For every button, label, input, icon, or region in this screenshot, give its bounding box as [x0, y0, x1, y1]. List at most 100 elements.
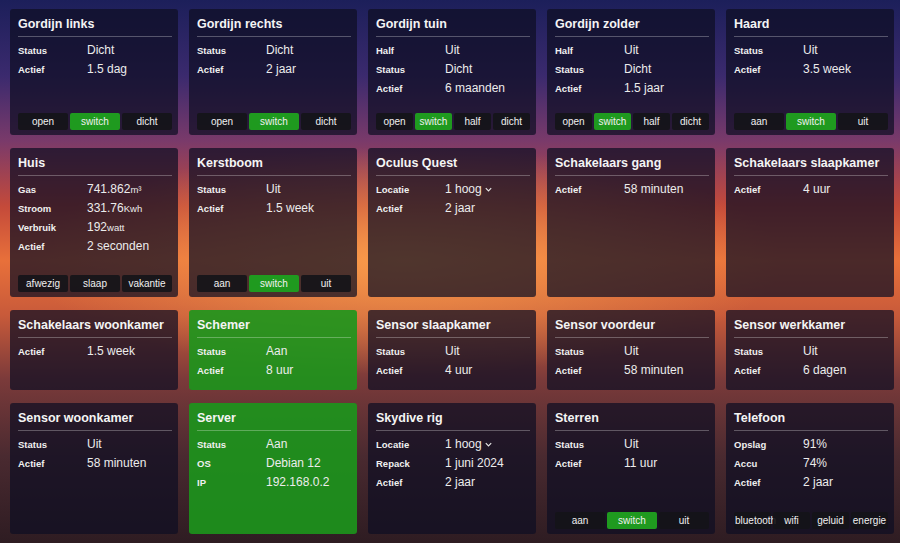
- row-label: Actief: [555, 184, 624, 195]
- action-button[interactable]: vakantie: [122, 275, 172, 292]
- row-label: Verbruik: [18, 222, 87, 233]
- row-value: 11 uur: [624, 456, 657, 470]
- location-dropdown[interactable]: 1 hoog: [445, 437, 493, 451]
- button-bar: openswitchhalfdicht: [376, 113, 530, 130]
- action-button[interactable]: aan: [555, 512, 605, 529]
- device-card: Sensor voordeur Status UitActief 58 minu…: [547, 310, 715, 390]
- row-label: Status: [197, 45, 266, 56]
- card-row: Status Dicht: [197, 43, 351, 58]
- row-label: Actief: [18, 458, 87, 469]
- row-label: Actief: [734, 64, 803, 75]
- row-value: 58 minuten: [624, 363, 683, 377]
- row-value: 2 seconden: [87, 239, 149, 253]
- action-button[interactable]: dicht: [672, 113, 709, 130]
- action-button[interactable]: energie: [851, 512, 888, 529]
- button-bar: openswitchhalfdicht: [555, 113, 709, 130]
- row-value: 6 maanden: [445, 81, 505, 95]
- action-button[interactable]: open: [18, 113, 68, 130]
- card-rows: Locatie 1 hoog Repack 1 juni 2024Actief …: [376, 437, 530, 490]
- action-button[interactable]: dicht: [301, 113, 351, 130]
- button-bar: aanswitchuit: [197, 275, 351, 292]
- action-button[interactable]: switch: [70, 113, 120, 130]
- action-button[interactable]: aan: [734, 113, 784, 130]
- action-button[interactable]: slaap: [70, 275, 120, 292]
- card-row: Opslag 91%: [734, 437, 888, 452]
- action-button[interactable]: wifi: [773, 512, 810, 529]
- action-button[interactable]: half: [454, 113, 491, 130]
- device-card: Gordijn rechts Status Dicht Actief 2 jaar…: [189, 9, 357, 135]
- card-row: Actief 58 minuten: [555, 363, 709, 378]
- card-title: Gordijn tuin: [376, 17, 530, 37]
- card-row: Locatie 1 hoog: [376, 182, 530, 197]
- card-rows: Actief 1.5 week: [18, 344, 172, 359]
- action-button[interactable]: switch: [594, 113, 631, 130]
- card-row: Actief 58 minuten: [555, 182, 709, 197]
- action-button[interactable]: uit: [301, 275, 351, 292]
- action-button[interactable]: dicht: [122, 113, 172, 130]
- row-value: Uit: [803, 344, 818, 358]
- action-button[interactable]: bluetooth: [734, 512, 771, 529]
- card-row: Actief 2 jaar: [376, 475, 530, 490]
- card-rows: Status UitActief 58 minuten: [555, 344, 709, 378]
- card-title: Schemer: [197, 318, 351, 338]
- row-label: Actief: [734, 365, 803, 376]
- row-label: Stroom: [18, 203, 87, 214]
- action-button[interactable]: uit: [838, 113, 888, 130]
- action-button[interactable]: open: [376, 113, 413, 130]
- location-dropdown[interactable]: 1 hoog: [445, 182, 493, 196]
- action-button[interactable]: switch: [607, 512, 657, 529]
- device-card: Gordijn tuin Half UitStatus DichtActief …: [368, 9, 536, 135]
- action-button[interactable]: switch: [249, 113, 299, 130]
- card-rows: Status UitActief 1.5 week: [197, 182, 351, 216]
- row-value: Dicht: [445, 62, 472, 76]
- action-button[interactable]: switch: [415, 113, 452, 130]
- card-rows: Actief 4 uur: [734, 182, 888, 197]
- device-card: Haard Status UitActief 3.5 week aanswitc…: [726, 9, 894, 135]
- button-bar: openswitchdicht: [197, 113, 351, 130]
- device-card: Sterren Status UitActief 11 uur aanswitc…: [547, 403, 715, 534]
- card-title: Gordijn rechts: [197, 17, 351, 37]
- action-button[interactable]: geluid: [812, 512, 849, 529]
- row-label: Actief: [197, 365, 266, 376]
- row-label: Status: [734, 45, 803, 56]
- card-title: Server: [197, 411, 351, 431]
- row-value: 2 jaar: [445, 475, 475, 489]
- row-unit: m³: [130, 184, 141, 195]
- dropdown-value: 1 hoog: [445, 182, 482, 196]
- row-label: Actief: [555, 365, 624, 376]
- row-value: 1.5 week: [87, 344, 135, 358]
- card-row: Status Dicht: [376, 62, 530, 77]
- row-value: Uit: [624, 43, 639, 57]
- device-card: Gordijn zolder Half UitStatus DichtActie…: [547, 9, 715, 135]
- action-button[interactable]: aan: [197, 275, 247, 292]
- card-row: Actief 1.5 jaar: [555, 81, 709, 96]
- card-grid: Gordijn links Status DichtActief 1.5 dag…: [10, 9, 895, 534]
- action-button[interactable]: open: [555, 113, 592, 130]
- row-label: Status: [197, 439, 266, 450]
- card-rows: Actief 58 minuten: [555, 182, 709, 197]
- action-button[interactable]: uit: [659, 512, 709, 529]
- row-label: IP: [197, 477, 266, 488]
- card-rows: Status UitActief 58 minuten: [18, 437, 172, 471]
- device-card: Sensor slaapkamer Status UitActief 4 uur: [368, 310, 536, 390]
- chevron-down-icon: [484, 440, 493, 449]
- card-row: Actief 11 uur: [555, 456, 709, 471]
- row-value: 192.168.0.2: [266, 475, 329, 489]
- row-value: 192watt: [87, 220, 124, 234]
- row-value: 2 jaar: [266, 62, 296, 76]
- card-row: Status Aan: [197, 437, 351, 452]
- action-button[interactable]: afwezig: [18, 275, 68, 292]
- action-button[interactable]: open: [197, 113, 247, 130]
- action-button[interactable]: switch: [249, 275, 299, 292]
- action-button[interactable]: dicht: [493, 113, 530, 130]
- action-button[interactable]: half: [633, 113, 670, 130]
- row-value: 1.5 jaar: [624, 81, 664, 95]
- row-label: Actief: [197, 64, 266, 75]
- card-title: Sensor woonkamer: [18, 411, 172, 431]
- action-button[interactable]: switch: [786, 113, 836, 130]
- card-rows: Locatie 1 hoog Actief 2 jaar: [376, 182, 530, 216]
- row-value: 58 minuten: [87, 456, 146, 470]
- card-row: Actief 6 dagen: [734, 363, 888, 378]
- row-value: 8 uur: [266, 363, 293, 377]
- card-row: Actief 1.5 week: [197, 201, 351, 216]
